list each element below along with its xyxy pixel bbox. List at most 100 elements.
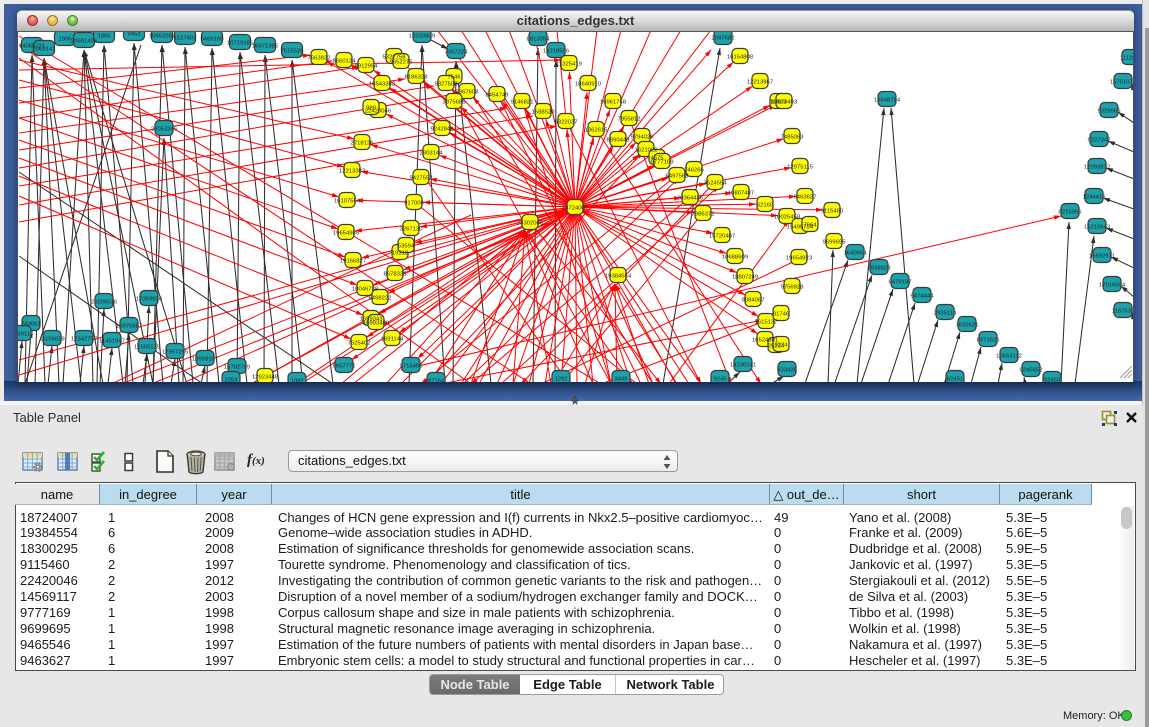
svg-text:783061: 783061 <box>21 321 41 327</box>
svg-text:8660124: 8660124 <box>333 58 357 64</box>
svg-text:2935114: 2935114 <box>934 310 957 316</box>
svg-text:6497568: 6497568 <box>666 173 690 179</box>
svg-text:16671385: 16671385 <box>252 43 279 49</box>
svg-text:7357224: 7357224 <box>445 49 469 55</box>
svg-text:9245652: 9245652 <box>1020 367 1043 373</box>
svg-text:9699695: 9699695 <box>823 239 847 245</box>
svg-text:7955812: 7955812 <box>618 116 641 122</box>
svg-text:7625402: 7625402 <box>348 340 371 346</box>
svg-text:16648784: 16648784 <box>874 97 901 103</box>
svg-text:1292: 1292 <box>554 376 567 382</box>
svg-text:989: 989 <box>366 105 376 111</box>
svg-text:1065: 1065 <box>97 33 111 39</box>
svg-text:10719185: 10719185 <box>227 40 254 46</box>
svg-text:11325419: 11325419 <box>556 61 582 67</box>
svg-text:9115460: 9115460 <box>821 208 844 214</box>
svg-text:8990443: 8990443 <box>607 137 631 143</box>
svg-text:3875685: 3875685 <box>443 99 467 105</box>
svg-text:16210643: 16210643 <box>1084 224 1111 230</box>
svg-text:20691406: 20691406 <box>71 38 98 44</box>
svg-text:9657771: 9657771 <box>333 363 356 369</box>
svg-text:12975115: 12975115 <box>787 164 813 170</box>
svg-text:9427552: 9427552 <box>410 175 433 181</box>
svg-text:19654923: 19654923 <box>786 255 813 261</box>
svg-text:1640954: 1640954 <box>844 250 868 256</box>
svg-text:8813054: 8813054 <box>527 36 551 42</box>
svg-text:1691144: 1691144 <box>381 336 404 342</box>
svg-text:9084067: 9084067 <box>742 297 765 303</box>
svg-text:7546: 7546 <box>447 74 461 80</box>
svg-text:20364436: 20364436 <box>677 195 704 201</box>
svg-text:23302085: 23302085 <box>517 220 544 226</box>
svg-text:6322037: 6322037 <box>555 119 578 125</box>
svg-text:1588520: 1588520 <box>532 109 556 115</box>
svg-text:16782759: 16782759 <box>224 364 250 370</box>
svg-text:10653267: 10653267 <box>149 33 175 39</box>
svg-text:7485063: 7485063 <box>781 134 805 140</box>
svg-text:15692971: 15692971 <box>1089 253 1115 259</box>
svg-text:9329966: 9329966 <box>1098 108 1122 114</box>
svg-text:12923448: 12923448 <box>252 374 279 380</box>
svg-text:11451947: 11451947 <box>99 338 125 344</box>
svg-text:10654112: 10654112 <box>996 353 1022 359</box>
svg-text:6498222: 6498222 <box>369 295 392 301</box>
svg-text:19312: 19312 <box>392 250 408 256</box>
svg-text:3267130: 3267130 <box>400 226 424 232</box>
svg-text:9224: 9224 <box>774 342 788 348</box>
svg-text:10046738: 10046738 <box>352 286 379 292</box>
svg-text:9652275: 9652275 <box>390 59 414 65</box>
svg-text:1621022: 1621022 <box>635 147 658 153</box>
svg-text:8215955: 8215955 <box>1059 209 1083 215</box>
svg-text:8912954: 8912954 <box>355 63 379 69</box>
svg-text:12213383: 12213383 <box>339 168 366 174</box>
svg-text:2367608: 2367608 <box>456 89 480 95</box>
svg-text:9756928: 9756928 <box>781 284 805 290</box>
svg-text:19166827: 19166827 <box>340 258 366 264</box>
svg-text:8471626: 8471626 <box>977 337 1001 343</box>
svg-text:92450: 92450 <box>1044 377 1061 382</box>
svg-text:16154808: 16154808 <box>727 54 754 60</box>
svg-text:81746: 81746 <box>773 311 790 317</box>
svg-text:7539114: 7539114 <box>18 331 34 337</box>
svg-text:9777169: 9777169 <box>651 159 674 165</box>
svg-text:933426: 933426 <box>777 367 797 373</box>
svg-text:917006: 917006 <box>404 200 424 206</box>
svg-text:8938923: 8938923 <box>868 265 892 271</box>
svg-text:20206536: 20206536 <box>91 299 118 305</box>
svg-text:8454749: 8454749 <box>486 92 509 98</box>
svg-text:8186328: 8186328 <box>405 74 429 80</box>
svg-text:12342757: 12342757 <box>71 336 97 342</box>
svg-text:17359936: 17359936 <box>136 296 163 302</box>
svg-text:53594: 53594 <box>398 243 415 249</box>
svg-text:9227342: 9227342 <box>1088 137 1111 143</box>
svg-text:97164: 97164 <box>428 378 445 382</box>
svg-text:10807487: 10807487 <box>728 190 754 196</box>
svg-text:2803144: 2803144 <box>420 150 444 156</box>
svg-text:1092: 1092 <box>290 378 303 382</box>
svg-text:1244415: 1244415 <box>1083 194 1107 200</box>
svg-text:6479197: 6479197 <box>889 279 912 285</box>
svg-text:16107554: 16107554 <box>334 198 361 204</box>
svg-text:62160: 62160 <box>757 202 774 208</box>
svg-text:17957255: 17957255 <box>162 349 189 355</box>
svg-text:7515526: 7515526 <box>281 48 305 54</box>
svg-text:7964: 7964 <box>803 222 817 228</box>
svg-text:15751074: 15751074 <box>1110 79 1134 85</box>
svg-text:8678335: 8678335 <box>384 271 408 277</box>
svg-text:6466160: 6466160 <box>201 36 225 42</box>
svg-text:1112841: 1112841 <box>1120 55 1134 61</box>
svg-text:9242848: 9242848 <box>431 126 455 132</box>
svg-text:9794028: 9794028 <box>631 134 655 140</box>
svg-text:10958107: 10958107 <box>192 356 218 362</box>
svg-text:18640910: 18640910 <box>575 81 602 87</box>
svg-text:12505135: 12505135 <box>134 344 161 350</box>
svg-text:7632621: 7632621 <box>956 322 979 328</box>
svg-text:7663822: 7663822 <box>308 55 331 61</box>
svg-text:3624554: 3624554 <box>704 180 728 186</box>
svg-text:9463627: 9463627 <box>794 194 817 200</box>
svg-text:15720407: 15720407 <box>709 233 735 239</box>
svg-text:2087682: 2087682 <box>712 35 735 41</box>
svg-text:16543362: 16543362 <box>369 81 395 87</box>
svg-text:16961758: 16961758 <box>600 99 627 105</box>
svg-text:18724007: 18724007 <box>562 205 588 211</box>
